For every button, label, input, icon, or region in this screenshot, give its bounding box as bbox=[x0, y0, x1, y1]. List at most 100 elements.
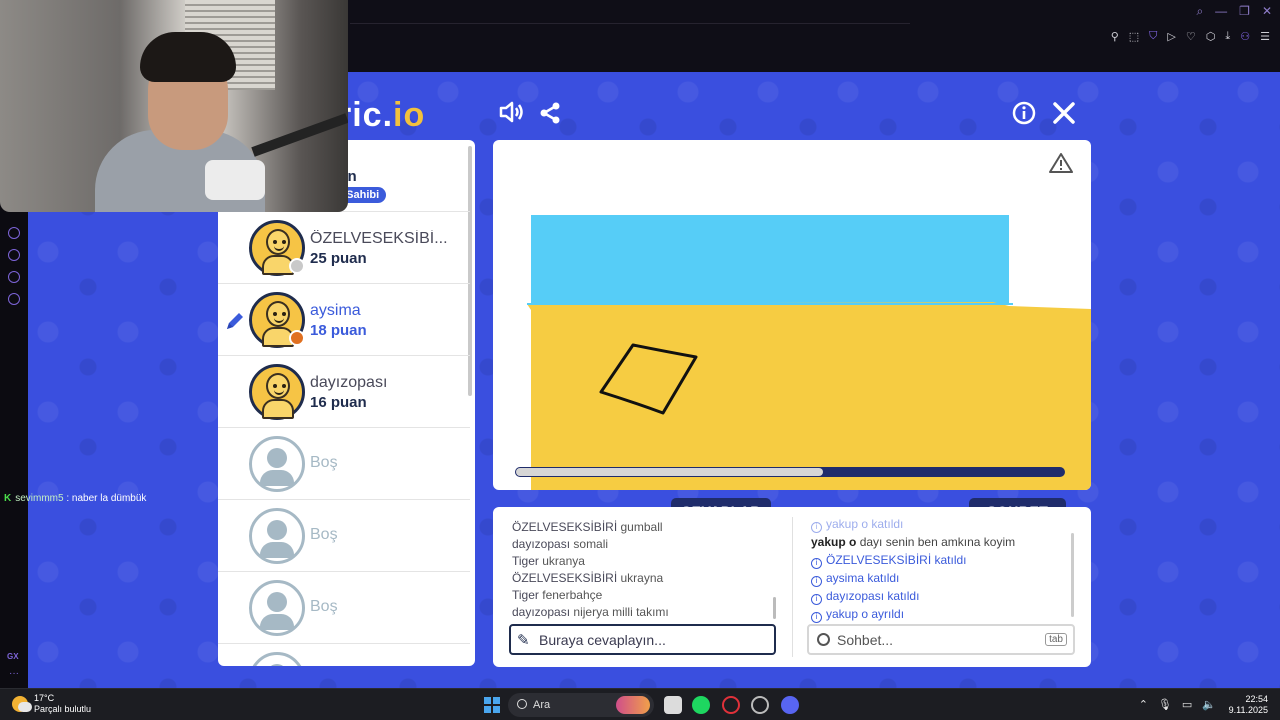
empty-slot-label: Boş bbox=[310, 598, 338, 615]
player-slot-empty: Boş bbox=[218, 572, 470, 644]
answer-item: Tiger fenerbahçe bbox=[512, 588, 603, 602]
pencil-icon: ✎ bbox=[517, 632, 530, 649]
play-icon[interactable]: ▷ bbox=[1167, 30, 1175, 43]
sound-icon[interactable] bbox=[498, 100, 524, 131]
chat-system-item: i ÖZELVESEKSİBİRİ katıldı bbox=[811, 551, 1071, 569]
clock-time: 22:54 bbox=[1245, 694, 1268, 704]
info-icon: i bbox=[811, 594, 822, 605]
browser-toolbar: ⚲ ⬚ ⛉ ▷ ♡ ⬡ ⤓ ⚇ ☰ bbox=[1111, 30, 1270, 43]
player-name: ÖZELVESEKSİBİ... bbox=[310, 230, 448, 247]
canvas-drawing bbox=[527, 215, 1091, 490]
timer-fill bbox=[516, 468, 823, 476]
sidebar-clock-icon[interactable] bbox=[8, 249, 20, 261]
maximize-icon[interactable]: ❐ bbox=[1239, 4, 1250, 19]
answer-input[interactable] bbox=[539, 630, 749, 650]
system-tray: ⌃ 🎙 ▭ 🔈 bbox=[1139, 698, 1216, 711]
game-logo: ric.io bbox=[338, 96, 425, 135]
mic-icon[interactable]: 🎙 bbox=[1158, 698, 1172, 711]
answer-item: dayızopası somali bbox=[512, 537, 609, 551]
taskbar-search[interactable]: Ara bbox=[508, 693, 654, 717]
sidebar-extensions-icon[interactable] bbox=[8, 271, 20, 283]
answer-item: dayızopası nijerya milli takımı bbox=[512, 605, 669, 619]
chat-scrollbar[interactable] bbox=[1071, 533, 1074, 617]
weather-desc: Parçalı bulutlu bbox=[34, 704, 92, 714]
screenshot-icon[interactable]: ⬚ bbox=[1129, 30, 1139, 43]
answers-scrollbar[interactable] bbox=[773, 597, 776, 619]
player-row[interactable]: dayızopası 16 puan bbox=[218, 356, 470, 428]
player-name: aysima bbox=[310, 302, 361, 319]
opera-gx-icon[interactable] bbox=[722, 696, 740, 714]
chat-list: i yakup o katıldı yakup o dayı senin ben … bbox=[811, 515, 1071, 623]
clock[interactable]: 22:54 9.11.2025 bbox=[1229, 694, 1268, 716]
steelseries-icon[interactable] bbox=[751, 696, 769, 714]
warning-icon[interactable] bbox=[1049, 152, 1073, 180]
search-icon bbox=[517, 699, 527, 709]
chat-input-box[interactable]: tab bbox=[807, 624, 1075, 655]
windows-start-icon[interactable] bbox=[484, 697, 500, 713]
close-window-icon[interactable]: ✕ bbox=[1262, 4, 1272, 19]
player-points: 18 puan bbox=[310, 322, 367, 339]
minimize-icon[interactable]: — bbox=[1215, 4, 1227, 19]
status-dot bbox=[289, 330, 305, 346]
player-avatar bbox=[249, 292, 305, 348]
chat-system-item: i yakup o katıldı bbox=[811, 515, 1071, 533]
menu-icon[interactable]: ☰ bbox=[1260, 30, 1270, 43]
status-dot bbox=[289, 258, 305, 274]
answer-item: Tiger ukranya bbox=[512, 554, 585, 568]
extensions-icon[interactable]: ⬡ bbox=[1206, 30, 1216, 43]
taskbar: 17°C Parçalı bulutlu Ara ⌃ 🎙 ▭ 🔈 22:54 9.… bbox=[0, 688, 1280, 720]
window-controls: ⌕ — ❐ ✕ bbox=[1196, 4, 1272, 19]
tab-key-hint: tab bbox=[1045, 633, 1067, 646]
search-icon[interactable]: ⌕ bbox=[1196, 4, 1203, 19]
empty-avatar-icon bbox=[249, 436, 305, 492]
player-slot-empty: Boş bbox=[218, 428, 470, 500]
clock-date: 9.11.2025 bbox=[1228, 705, 1268, 715]
player-slot-empty: Boş bbox=[218, 500, 470, 572]
player-row[interactable]: ÖZELVESEKSİBİ... 25 puan bbox=[218, 212, 470, 284]
download-icon[interactable]: ⤓ bbox=[1225, 30, 1230, 43]
task-view-icon[interactable] bbox=[664, 696, 682, 714]
player-row-drawing[interactable]: aysima 18 puan bbox=[218, 284, 470, 356]
info-icon[interactable] bbox=[1012, 101, 1036, 132]
heart-icon[interactable]: ♡ bbox=[1186, 30, 1196, 43]
profile-icon[interactable]: ⚇ bbox=[1240, 30, 1250, 43]
stream-chat-message: Ksevimmm5 : naber la dümbük bbox=[4, 493, 146, 504]
drawing-canvas[interactable] bbox=[493, 140, 1091, 490]
round-timer-bar bbox=[515, 467, 1065, 477]
answer-item: ÖZELVESEKSİBİRİ gumball bbox=[512, 520, 663, 534]
monitor-icon[interactable]: ▭ bbox=[1182, 698, 1192, 711]
chevron-up-icon[interactable]: ⌃ bbox=[1139, 698, 1148, 711]
weather-widget[interactable]: 17°C Parçalı bulutlu bbox=[12, 693, 91, 715]
kick-icon: K bbox=[4, 493, 12, 504]
tab-strip-line bbox=[350, 23, 910, 24]
webcam-overlay bbox=[0, 0, 348, 212]
pencil-icon bbox=[224, 310, 246, 338]
discord-icon[interactable] bbox=[781, 696, 799, 714]
shield-icon[interactable]: ⛉ bbox=[1149, 30, 1157, 43]
sidebar-history-icon[interactable] bbox=[8, 227, 20, 239]
weather-icon bbox=[12, 696, 32, 712]
answers-list: ÖZELVESEKSİBİRİ gumball dayızopası somal… bbox=[512, 519, 774, 621]
chat-username: sevimmm5 bbox=[15, 493, 64, 504]
answer-input-box[interactable]: ✎ bbox=[509, 624, 776, 655]
player-slot-empty bbox=[218, 644, 470, 666]
answer-item: ÖZELVESEKSİBİRİ ukrayna bbox=[512, 571, 664, 585]
chat-system-item: i dayızopası katıldı bbox=[811, 587, 1071, 605]
empty-avatar-icon bbox=[249, 652, 305, 666]
spotify-icon[interactable] bbox=[692, 696, 710, 714]
gx-icon[interactable]: GX bbox=[7, 652, 19, 661]
sidebar-settings-icon[interactable] bbox=[8, 293, 20, 305]
volume-icon[interactable]: 🔈 bbox=[1202, 698, 1216, 711]
chat-message-item: yakup o dayı senin ben amkına koyim bbox=[811, 535, 1016, 549]
empty-slot-label: Boş bbox=[310, 454, 338, 471]
close-icon[interactable] bbox=[1052, 101, 1076, 132]
more-icon[interactable]: ··· bbox=[9, 668, 19, 679]
search-label: Ara bbox=[533, 699, 551, 711]
pin-icon[interactable]: ⚲ bbox=[1111, 30, 1119, 43]
share-icon[interactable] bbox=[538, 101, 562, 132]
players-panel: ÖZELVESEKSİBİ... 25 puan aysima 18 puan … bbox=[218, 140, 475, 666]
empty-slot-label: Boş bbox=[310, 526, 338, 543]
chat-bubble-icon bbox=[817, 633, 830, 646]
temperature: 17°C bbox=[34, 693, 55, 703]
chat-input[interactable] bbox=[837, 630, 1047, 650]
